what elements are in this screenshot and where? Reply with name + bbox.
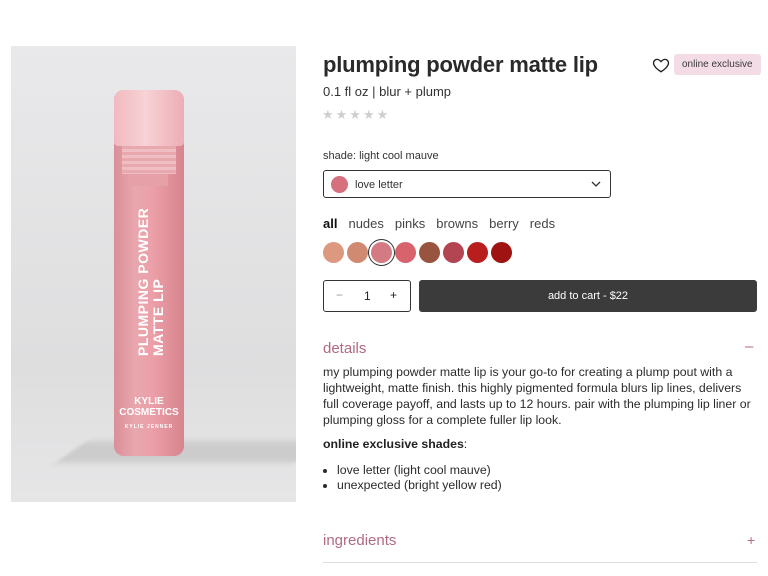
filter-all[interactable]: all [323, 216, 337, 231]
shade-filter-tabs: all nudes pinks browns berry reds [323, 216, 555, 231]
product-title: plumping powder matte lip [323, 52, 598, 77]
tube-cap [114, 90, 184, 146]
exclusive-shades-title: online exclusive shades [323, 437, 464, 451]
chevron-down-icon [591, 181, 601, 187]
tube-product-name: PLUMPING POWDER MATTE LIP [135, 207, 166, 356]
ingredients-heading[interactable]: ingredients [323, 532, 396, 549]
shade-swatch[interactable] [467, 242, 488, 263]
shade-swatch[interactable] [347, 242, 368, 263]
shade-swatches [323, 242, 512, 263]
rating-stars[interactable]: ★★★★★ [322, 107, 390, 123]
product-image: PLUMPING POWDER MATTE LIP KYLIE COSMETIC… [11, 46, 296, 502]
shade-select[interactable]: love letter [323, 170, 611, 198]
details-description: my plumping powder matte lip is your go-… [323, 365, 751, 427]
details-heading[interactable]: details [323, 340, 366, 357]
online-exclusive-badge: online exclusive [674, 54, 761, 75]
tube-brand: KYLIE COSMETICS KYLIE JENNER [114, 396, 184, 433]
shade-swatch[interactable] [419, 242, 440, 263]
product-size: 0.1 fl oz | blur + plump [323, 84, 452, 99]
quantity-increase-button[interactable]: + [390, 288, 397, 302]
list-item: unexpected (bright yellow red) [337, 478, 502, 493]
tube-neck [130, 174, 168, 186]
add-to-cart-button[interactable]: add to cart - $22 [419, 280, 757, 312]
exclusive-shades-colon: : [463, 437, 468, 451]
divider [323, 562, 757, 563]
filter-reds[interactable]: reds [530, 216, 555, 231]
exclusive-shades-label: online exclusive shades: [323, 437, 467, 451]
filter-berry[interactable]: berry [489, 216, 519, 231]
filter-pinks[interactable]: pinks [395, 216, 425, 231]
shade-swatch[interactable] [323, 242, 344, 263]
details-collapse-toggle[interactable]: – [745, 338, 753, 355]
brand-line-3: KYLIE JENNER [124, 424, 174, 430]
exclusive-shades-list: love letter (light cool mauve) unexpecte… [323, 463, 502, 493]
shade-swatch[interactable] [491, 242, 512, 263]
filter-browns[interactable]: browns [436, 216, 478, 231]
tube-ring [122, 146, 176, 174]
ingredients-expand-toggle[interactable]: + [747, 532, 755, 548]
shade-select-value: love letter [355, 179, 403, 191]
shade-swatch[interactable] [395, 242, 416, 263]
shade-swatch[interactable] [371, 242, 392, 263]
quantity-decrease-button[interactable]: − [336, 288, 343, 302]
brand-line-2: COSMETICS [119, 407, 179, 418]
quantity-value[interactable]: 1 [364, 289, 371, 303]
heart-icon[interactable] [652, 56, 670, 74]
shade-swatch[interactable] [443, 242, 464, 263]
list-item: love letter (light cool mauve) [337, 463, 502, 478]
shade-color-dot [331, 176, 348, 193]
brand-line-1: KYLIE [134, 396, 164, 407]
quantity-stepper: − 1 + [323, 280, 411, 312]
filter-nudes[interactable]: nudes [348, 216, 383, 231]
shade-label: shade: light cool mauve [323, 150, 439, 162]
